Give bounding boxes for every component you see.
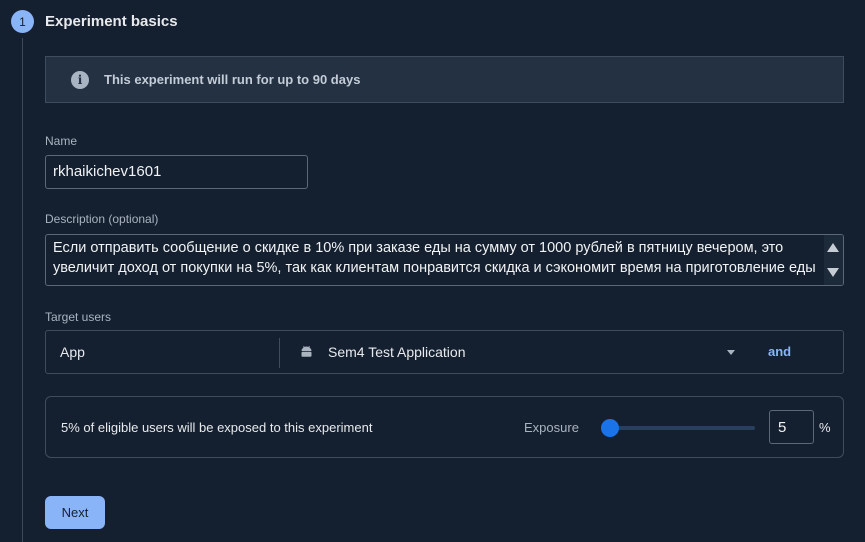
add-condition-and-button[interactable]: and bbox=[768, 344, 791, 359]
target-users-label: Target users bbox=[45, 310, 112, 324]
exposure-slider[interactable] bbox=[600, 419, 755, 437]
target-type-select[interactable]: App bbox=[60, 344, 85, 360]
next-button[interactable]: Next bbox=[45, 496, 105, 529]
step-connector-line bbox=[22, 38, 23, 542]
description-label: Description (optional) bbox=[45, 212, 159, 226]
exposure-unit: % bbox=[819, 420, 831, 435]
exposure-panel: 5% of eligible users will be exposed to … bbox=[45, 396, 844, 458]
target-divider bbox=[279, 338, 280, 368]
description-scrollbar[interactable] bbox=[824, 235, 843, 285]
exposure-slider-thumb[interactable] bbox=[600, 419, 619, 437]
scroll-up-icon[interactable] bbox=[827, 243, 839, 252]
exposure-label: Exposure bbox=[524, 420, 579, 435]
name-label: Name bbox=[45, 134, 78, 148]
exposure-input[interactable]: 5 bbox=[769, 410, 814, 444]
name-input[interactable]: rkhaikichev1601 bbox=[45, 155, 308, 189]
android-icon bbox=[301, 346, 312, 357]
chevron-down-icon[interactable] bbox=[727, 350, 735, 355]
info-banner-text: This experiment will run for up to 90 da… bbox=[104, 72, 361, 87]
description-text: Если отправить сообщение о скидке в 10% … bbox=[53, 240, 816, 276]
step-title: Experiment basics bbox=[45, 13, 178, 30]
step-number-badge: 1 bbox=[11, 10, 34, 33]
target-app-select[interactable]: Sem4 Test Application bbox=[328, 344, 466, 360]
info-icon: i bbox=[71, 70, 89, 89]
info-banner: i This experiment will run for up to 90 … bbox=[45, 56, 844, 103]
exposure-summary: 5% of eligible users will be exposed to … bbox=[61, 420, 373, 435]
target-users-row: App Sem4 Test Application and bbox=[45, 330, 844, 374]
description-textarea[interactable]: Если отправить сообщение о скидке в 10% … bbox=[45, 234, 844, 286]
scroll-down-icon[interactable] bbox=[827, 268, 839, 277]
experiment-form-page: 1 Experiment basics i This experiment wi… bbox=[0, 0, 865, 542]
